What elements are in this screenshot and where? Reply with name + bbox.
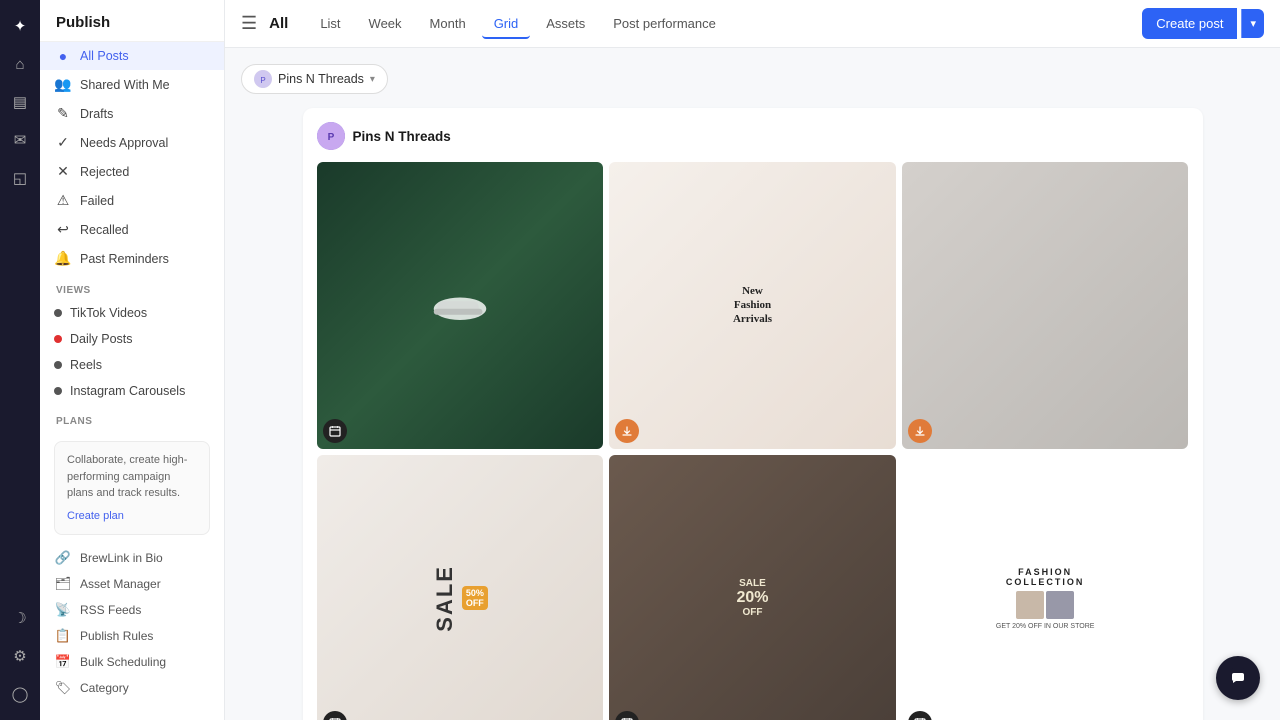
rejected-icon: ✕ xyxy=(54,163,72,180)
carousels-dot xyxy=(54,387,62,395)
publish-rules-icon: 📋 xyxy=(54,628,72,644)
tab-week[interactable]: Week xyxy=(357,10,414,39)
drafts-icon: ✎ xyxy=(54,105,72,122)
nav-icon-user[interactable]: ◯ xyxy=(4,678,36,710)
create-post-caret[interactable]: ▾ xyxy=(1241,9,1264,38)
sidebar-item-shared[interactable]: 👥 Shared With Me xyxy=(40,70,224,99)
reels-dot xyxy=(54,361,62,369)
nav-icon-settings[interactable]: ⚙ xyxy=(4,640,36,672)
group-name: Pins N Threads xyxy=(353,129,451,144)
account-filter-chip[interactable]: P Pins N Threads ▾ xyxy=(241,64,388,94)
post-badge-download xyxy=(908,419,932,443)
approval-icon: ✓ xyxy=(54,134,72,151)
nav-icon-calendar[interactable]: ▤ xyxy=(4,86,36,118)
svg-text:P: P xyxy=(260,76,265,85)
grid-group: P Pins N Threads xyxy=(303,108,1203,720)
nav-icon-home[interactable]: ⌂ xyxy=(4,48,36,80)
create-plan-link[interactable]: Create plan xyxy=(67,508,197,525)
chat-bubble[interactable] xyxy=(1216,656,1260,700)
post-cell[interactable]: SALE20%OFF xyxy=(609,455,896,720)
tab-assets[interactable]: Assets xyxy=(534,10,597,39)
post-cell[interactable]: NewFashionArrivals xyxy=(609,162,896,449)
sidebar-item-all-posts[interactable]: ● All Posts xyxy=(40,42,224,70)
sidebar-item-tiktok[interactable]: TikTok Videos xyxy=(40,300,224,326)
rss-icon: 📡 xyxy=(54,602,72,618)
sidebar-item-rejected[interactable]: ✕ Rejected xyxy=(40,157,224,186)
topbar-title: All xyxy=(269,15,288,32)
recalled-icon: ↩ xyxy=(54,221,72,238)
account-avatar: P xyxy=(254,70,272,88)
tab-grid[interactable]: Grid xyxy=(482,10,531,39)
tiktok-dot xyxy=(54,309,62,317)
post-grid: NewFashionArrivals xyxy=(317,162,1189,720)
sidebar-item-daily[interactable]: Daily Posts xyxy=(40,326,224,352)
sidebar-item-category[interactable]: 🏷 Category xyxy=(40,675,224,701)
post-cell[interactable]: SALE 50%OFF xyxy=(317,455,604,720)
sidebar: Publish ● All Posts 👥 Shared With Me ✎ D… xyxy=(40,0,225,720)
bulk-scheduling-icon: 📅 xyxy=(54,654,72,670)
group-avatar: P xyxy=(317,122,345,150)
views-label: VIEWS xyxy=(40,273,224,300)
post-badge-calendar xyxy=(323,419,347,443)
sidebar-item-brewlink[interactable]: 🔗 BrewLink in Bio xyxy=(40,545,224,571)
filter-caret-icon: ▾ xyxy=(370,74,375,85)
filter-bar: P Pins N Threads ▾ xyxy=(241,64,1264,94)
post-cell[interactable] xyxy=(317,162,604,449)
brewlink-icon: 🔗 xyxy=(54,550,72,566)
sidebar-item-reels[interactable]: Reels xyxy=(40,352,224,378)
all-posts-icon: ● xyxy=(54,48,72,64)
plans-box: Collaborate, create high-performing camp… xyxy=(54,441,210,535)
content-area: P Pins N Threads ▾ P Pins N Threads xyxy=(225,48,1280,720)
post-cell[interactable] xyxy=(902,162,1189,449)
sidebar-item-failed[interactable]: ⚠ Failed xyxy=(40,186,224,215)
post-badge-download xyxy=(615,419,639,443)
nav-icon-moon[interactable]: ☽ xyxy=(4,602,36,634)
post-cell[interactable]: FASHIONCOLLECTION GET 20% OFF IN OUR STO… xyxy=(902,455,1189,720)
sidebar-item-drafts[interactable]: ✎ Drafts xyxy=(40,99,224,128)
sidebar-item-bulk-scheduling[interactable]: 📅 Bulk Scheduling xyxy=(40,649,224,675)
plans-label: PLANS xyxy=(40,404,224,431)
daily-dot xyxy=(54,335,62,343)
main-area: ☰ All List Week Month Grid Assets Post p… xyxy=(225,0,1280,720)
category-icon: 🏷 xyxy=(54,680,72,696)
reminders-icon: 🔔 xyxy=(54,250,72,267)
sidebar-item-past-reminders[interactable]: 🔔 Past Reminders xyxy=(40,244,224,273)
menu-icon[interactable]: ☰ xyxy=(241,13,257,34)
tab-list[interactable]: List xyxy=(308,10,352,39)
sidebar-item-rss-feeds[interactable]: 📡 RSS Feeds xyxy=(40,597,224,623)
tab-month[interactable]: Month xyxy=(418,10,478,39)
tab-post-performance[interactable]: Post performance xyxy=(601,10,728,39)
sidebar-item-recalled[interactable]: ↩ Recalled xyxy=(40,215,224,244)
svg-text:P: P xyxy=(327,132,334,143)
nav-icon-chat[interactable]: ✉ xyxy=(4,124,36,156)
group-header: P Pins N Threads xyxy=(317,122,1189,150)
sidebar-header: Publish xyxy=(40,0,224,42)
sidebar-item-instagram-carousels[interactable]: Instagram Carousels xyxy=(40,378,224,404)
brand-icon[interactable]: ✦ xyxy=(4,10,36,42)
asset-manager-icon: 🗂 xyxy=(54,576,72,592)
shared-icon: 👥 xyxy=(54,76,72,93)
account-filter-label: Pins N Threads xyxy=(278,72,364,86)
create-post-button[interactable]: Create post xyxy=(1142,8,1237,39)
icon-bar: ✦ ⌂ ▤ ✉ ◱ ☽ ⚙ ◯ xyxy=(0,0,40,720)
failed-icon: ⚠ xyxy=(54,192,72,209)
sidebar-item-needs-approval[interactable]: ✓ Needs Approval xyxy=(40,128,224,157)
nav-icon-analytics[interactable]: ◱ xyxy=(4,162,36,194)
sidebar-item-publish-rules[interactable]: 📋 Publish Rules xyxy=(40,623,224,649)
topbar: ☰ All List Week Month Grid Assets Post p… xyxy=(225,0,1280,48)
sidebar-item-asset-manager[interactable]: 🗂 Asset Manager xyxy=(40,571,224,597)
